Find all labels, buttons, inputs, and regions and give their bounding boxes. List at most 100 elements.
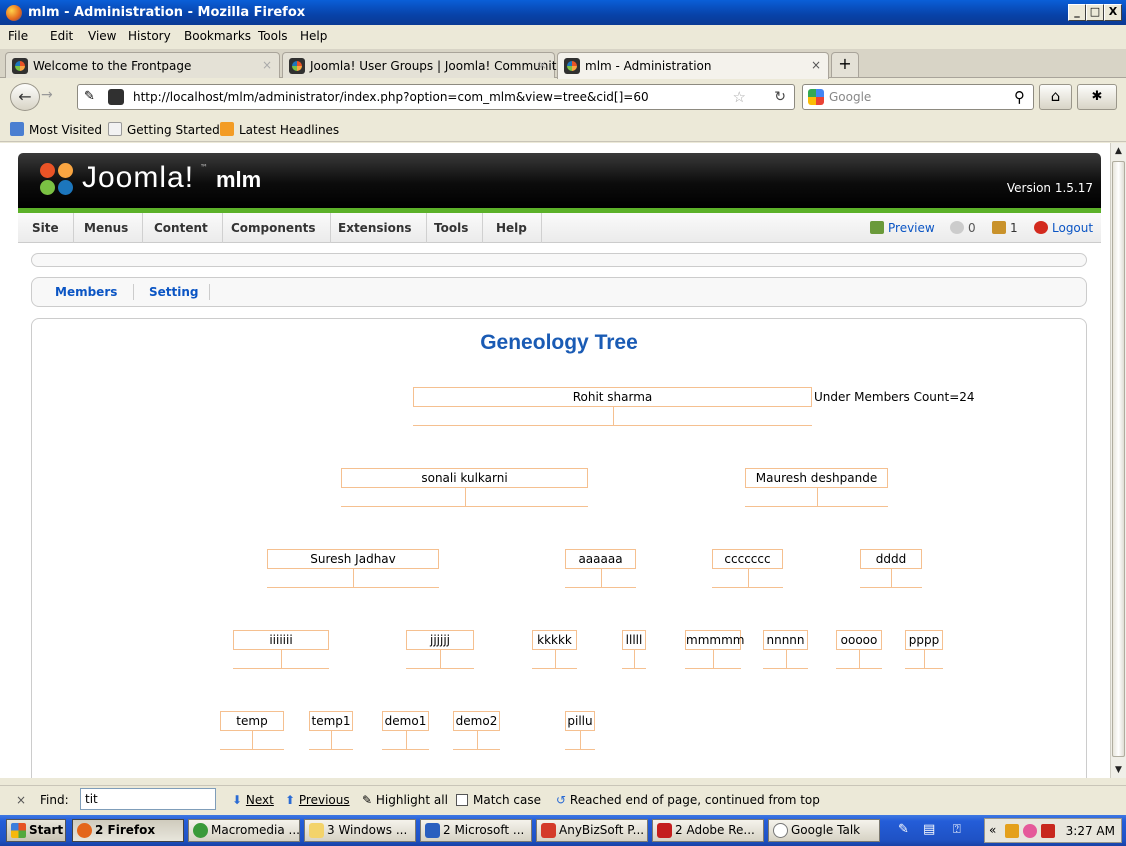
tree-node[interactable]: iiiiiii (233, 630, 329, 670)
menu-history[interactable]: History (128, 29, 171, 43)
menu-view[interactable]: View (88, 29, 116, 43)
find-close-icon[interactable]: × (16, 793, 26, 807)
taskbar-anybizsoft[interactable]: AnyBizSoft P... (536, 819, 648, 842)
member-count-label: Under Members Count=24 (814, 390, 975, 404)
menu-tools[interactable]: Tools (258, 29, 288, 43)
addon-button[interactable]: ✱ (1077, 84, 1117, 110)
tree-node[interactable]: lllll (622, 630, 646, 670)
tree-node[interactable]: dddd (860, 549, 922, 589)
tab-close-icon[interactable]: × (262, 58, 272, 72)
admin-menu-site[interactable]: Site (18, 213, 74, 243)
tab-joomla-user-groups[interactable]: Joomla! User Groups | Joomla! Communit..… (282, 52, 568, 78)
vertical-scrollbar[interactable]: ▲ ▼ (1110, 143, 1126, 778)
url-bar[interactable]: ✎ http://localhost/mlm/administrator/ind… (77, 84, 795, 110)
tree-node[interactable]: ooooo (836, 630, 882, 670)
taskbar-adobe-reader[interactable]: 2 Adobe Re... (652, 819, 764, 842)
find-previous-button[interactable]: ⬆ Previous (285, 793, 350, 807)
taskbar-firefox[interactable]: 2 Firefox (72, 819, 184, 842)
node-label: dddd (860, 549, 922, 569)
reload-icon[interactable]: ↻ (774, 89, 786, 105)
scrollbar-thumb[interactable] (1112, 161, 1125, 757)
admin-menu-help[interactable]: Help (482, 213, 542, 243)
forward-button[interactable]: → (41, 87, 53, 103)
tree-node[interactable]: nnnnn (763, 630, 808, 670)
back-button[interactable]: ← (10, 83, 40, 111)
tab-frontpage[interactable]: Welcome to the Frontpage × (5, 52, 280, 78)
node-connector (924, 650, 925, 669)
find-next-button[interactable]: ⬇ Next (232, 793, 274, 807)
find-input[interactable]: tit (80, 788, 216, 810)
menu-help[interactable]: Help (300, 29, 327, 43)
tree-node[interactable]: sonali kulkarni (341, 468, 588, 508)
tree-node[interactable]: ccccccc (712, 549, 783, 589)
submenu-members[interactable]: Members (55, 285, 117, 299)
tree-node[interactable]: mmmmm (685, 630, 744, 670)
tree-node[interactable]: temp (220, 711, 284, 751)
firefox-icon (77, 823, 92, 838)
tree-node-root[interactable]: Rohit sharma (413, 387, 812, 427)
macromedia-icon (193, 823, 208, 838)
bookmark-getting-started[interactable]: Getting Started (108, 122, 220, 137)
tree-node[interactable]: kkkkk (532, 630, 577, 670)
taskbar-macromedia[interactable]: Macromedia ... (188, 819, 300, 842)
tree-node[interactable]: pillu (565, 711, 595, 751)
menu-bookmarks[interactable]: Bookmarks (184, 29, 251, 43)
tab-close-icon[interactable]: × (811, 58, 821, 72)
page-viewport: Joomla! ™ mlm Version 1.5.17 Site Menus … (0, 143, 1110, 778)
taskbar-google-talk[interactable]: Google Talk (768, 819, 880, 842)
restore-button[interactable]: □ (1086, 4, 1104, 21)
tray-antivirus-icon[interactable] (1041, 824, 1055, 838)
bookmark-latest-headlines[interactable]: Latest Headlines (220, 122, 339, 137)
highlight-all-button[interactable]: ✎ Highlight all (362, 793, 448, 807)
preview-link[interactable]: Preview (870, 221, 935, 235)
taskbar-microsoft[interactable]: 2 Microsoft ... (420, 819, 532, 842)
bookmark-star-icon[interactable]: ☆ (733, 88, 746, 106)
close-window-button[interactable]: X (1104, 4, 1122, 21)
node-connector (554, 650, 556, 669)
tray-expand-icon[interactable]: « (989, 823, 996, 837)
quick-launch-icon[interactable]: ✎ (898, 822, 909, 837)
tree-node[interactable]: demo1 (382, 711, 429, 751)
search-icon[interactable]: ⚲ (1014, 88, 1025, 106)
tree-node[interactable]: Suresh Jadhav (267, 549, 439, 589)
up-arrow-icon: ⬆ (285, 793, 296, 807)
users-online-count[interactable]: 1 (992, 221, 1018, 235)
node-connector (565, 587, 636, 588)
site-identity-icon[interactable]: ✎ (84, 89, 95, 104)
admin-menu-extensions[interactable]: Extensions (324, 213, 427, 243)
search-box[interactable]: Google ⚲ (802, 84, 1034, 110)
admin-menu-menus[interactable]: Menus (70, 213, 144, 243)
home-button[interactable]: ⌂ (1039, 84, 1072, 110)
messages-count[interactable]: 0 (950, 221, 976, 235)
tree-node[interactable]: jjjjjj (406, 630, 474, 670)
google-engine-icon[interactable] (808, 89, 824, 105)
tree-node[interactable]: demo2 (453, 711, 500, 751)
tray-app-icon[interactable] (1005, 824, 1019, 838)
admin-menu-tools[interactable]: Tools (420, 213, 484, 243)
help-icon[interactable]: ⍰ (953, 822, 961, 837)
tree-node[interactable]: temp1 (309, 711, 353, 751)
menu-edit[interactable]: Edit (50, 29, 73, 43)
match-case-checkbox[interactable]: Match case (456, 793, 541, 807)
scroll-down-icon[interactable]: ▼ (1111, 762, 1126, 778)
submenu-setting[interactable]: Setting (149, 285, 199, 299)
tree-node[interactable]: Mauresh deshpande (745, 468, 888, 508)
tree-node[interactable]: aaaaaa (565, 549, 636, 589)
taskbar-windows[interactable]: 3 Windows ... (304, 819, 416, 842)
tab-close-icon[interactable]: × (537, 58, 547, 72)
logout-link[interactable]: Logout (1034, 221, 1093, 235)
clipboard-icon[interactable]: ▤ (923, 822, 935, 837)
tray-heart-icon[interactable] (1023, 824, 1037, 838)
admin-menu-components[interactable]: Components (217, 213, 331, 243)
url-text[interactable]: http://localhost/mlm/administrator/index… (133, 90, 649, 104)
menu-file[interactable]: File (8, 29, 28, 43)
minimize-button[interactable]: _ (1068, 4, 1086, 21)
bookmark-most-visited[interactable]: Most Visited (10, 122, 102, 137)
scroll-up-icon[interactable]: ▲ (1111, 143, 1126, 159)
admin-menu-content[interactable]: Content (140, 213, 223, 243)
start-button[interactable]: Start (6, 819, 66, 842)
tab-mlm-administration[interactable]: mlm - Administration × (557, 52, 829, 79)
new-tab-button[interactable]: + (831, 52, 859, 77)
admin-menu: Site Menus Content Components Extensions… (18, 213, 1101, 243)
tree-node[interactable]: pppp (905, 630, 943, 670)
